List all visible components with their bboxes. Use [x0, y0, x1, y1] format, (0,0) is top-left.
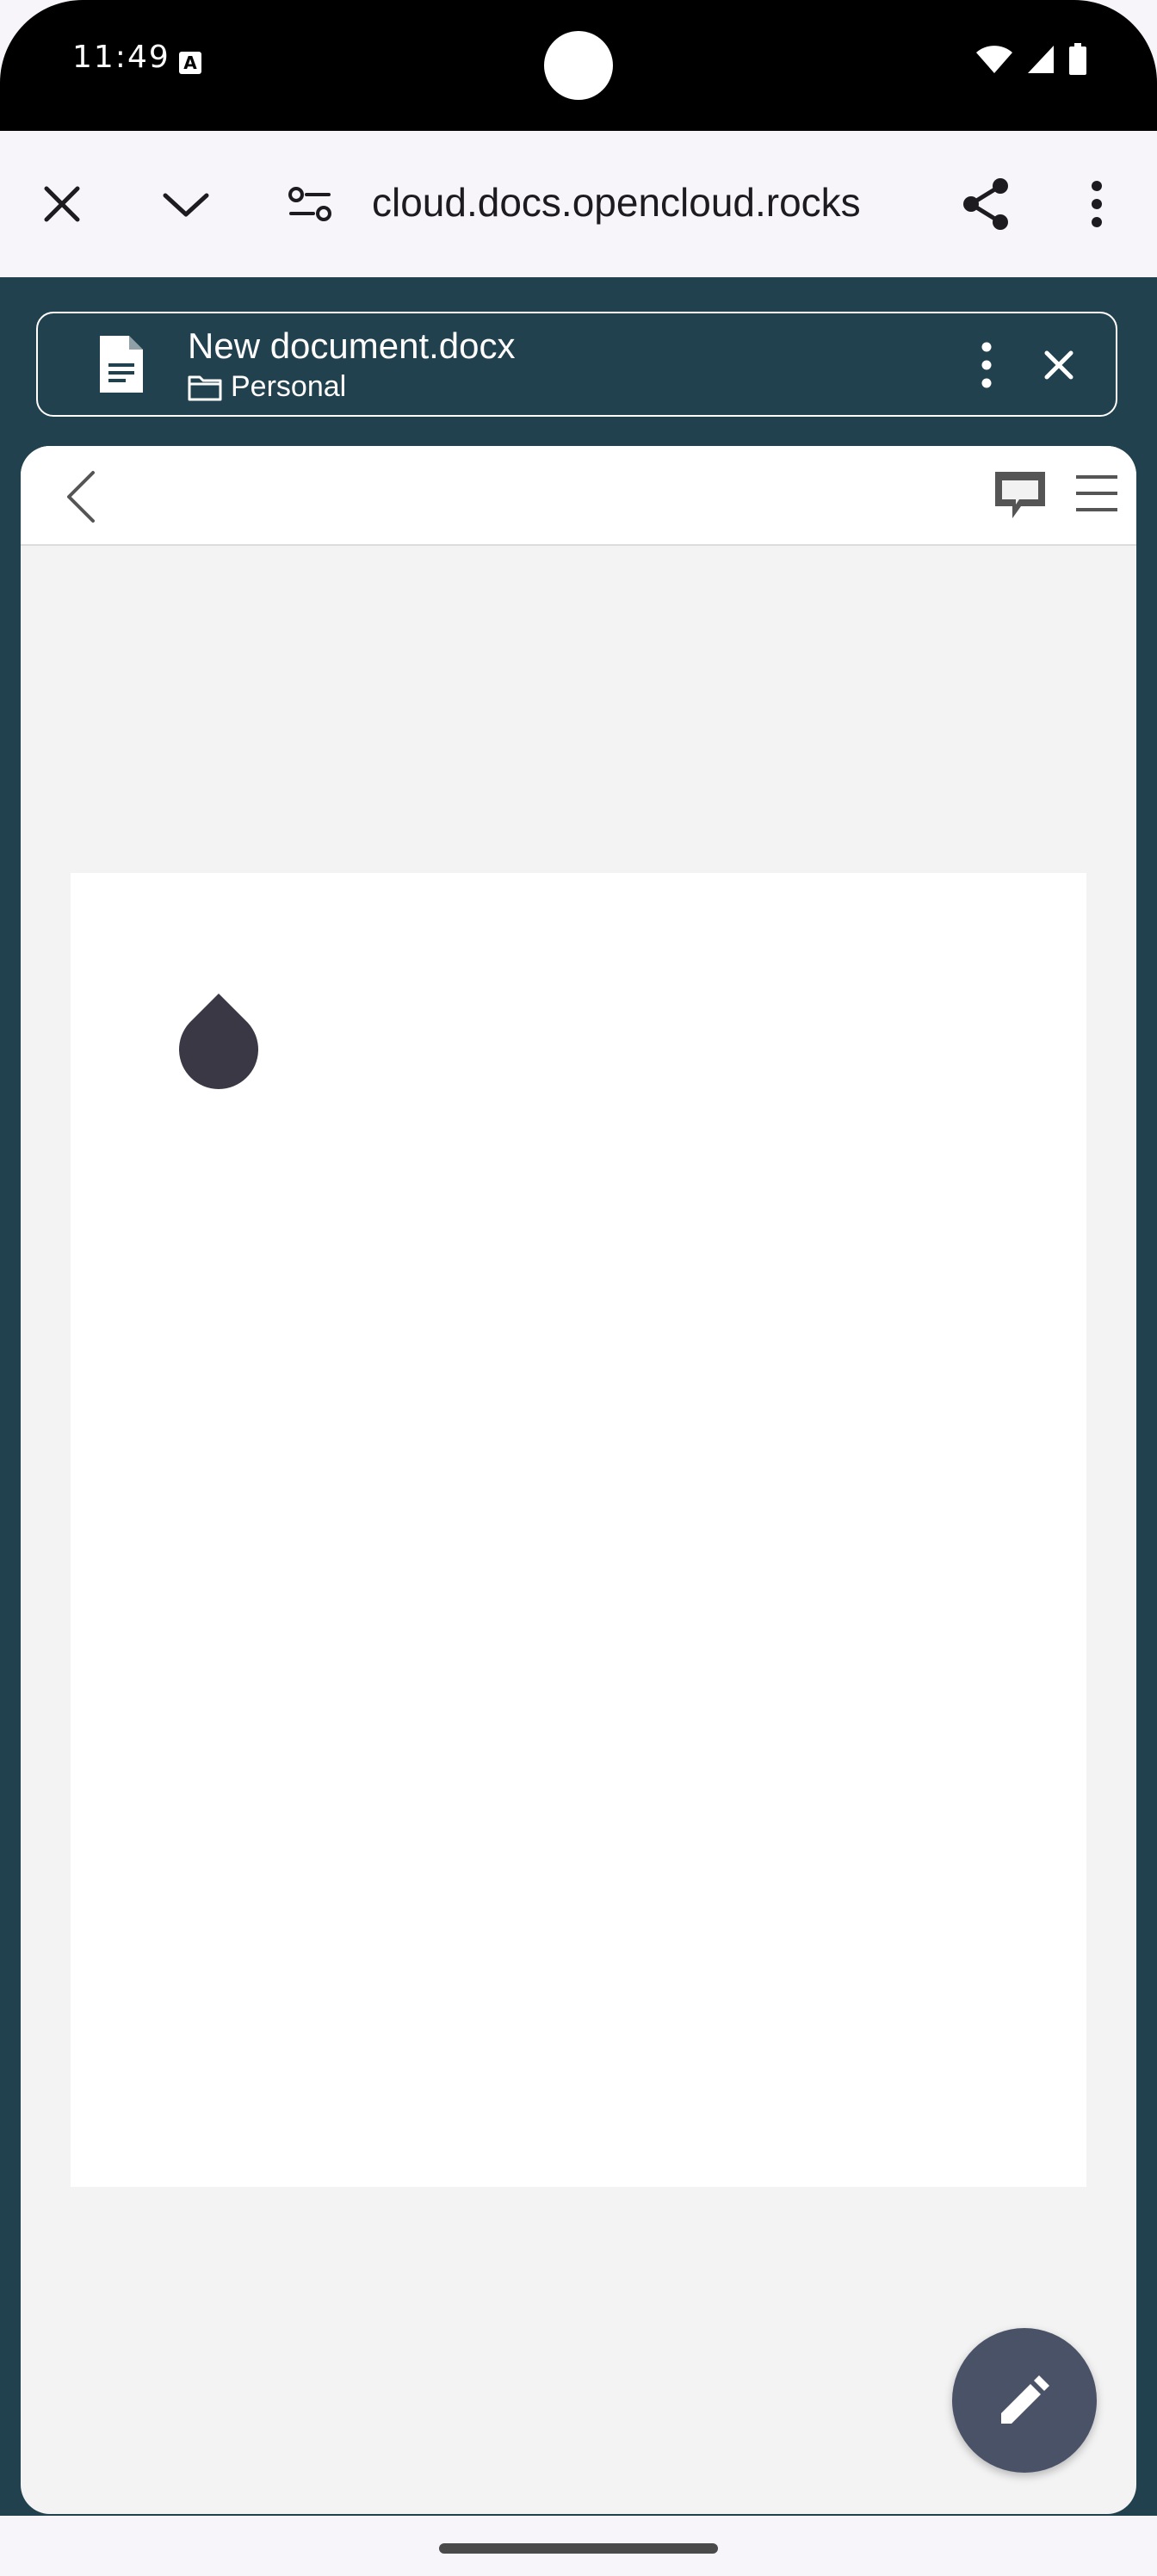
editor-toolbar: [21, 446, 1136, 546]
editor-back-button[interactable]: [55, 467, 107, 527]
document-header: New document.docx Personal: [36, 312, 1117, 417]
site-settings-button[interactable]: [275, 170, 344, 238]
edit-fab-button[interactable]: [952, 2328, 1097, 2473]
file-document-icon: [98, 334, 145, 399]
wifi-icon: [976, 46, 1012, 73]
close-icon: [44, 186, 80, 222]
folder-icon: [188, 375, 222, 400]
close-icon: [1044, 350, 1073, 380]
share-button[interactable]: [952, 170, 1021, 238]
chevron-down-icon: [163, 193, 209, 217]
text-cursor-handle[interactable]: [179, 994, 258, 1094]
hamburger-menu-icon: [1076, 475, 1117, 511]
more-vert-icon: [1092, 181, 1102, 227]
document-page[interactable]: [71, 873, 1086, 2187]
comments-icon: [995, 472, 1045, 518]
camera-cutout: [544, 31, 613, 100]
editor-panel: [21, 446, 1136, 2514]
url-text[interactable]: cloud.docs.opencloud.rocks: [372, 179, 861, 226]
status-bar: 11:49 A: [0, 0, 1157, 131]
back-chevron-icon: [67, 471, 95, 523]
document-more-button[interactable]: [969, 339, 1004, 391]
cursor-handle-icon: [179, 994, 258, 1089]
browser-toolbar: cloud.docs.opencloud.rocks: [0, 131, 1157, 279]
comments-button[interactable]: [993, 468, 1047, 526]
share-icon: [963, 178, 1008, 230]
status-icons: [974, 43, 1088, 76]
signal-icon: [1028, 46, 1054, 73]
app-area: New document.docx Personal: [0, 277, 1157, 2516]
status-time: 11:49: [72, 40, 170, 75]
document-close-button[interactable]: [1033, 339, 1085, 391]
document-location-label: Personal: [231, 370, 347, 403]
site-settings-icon: [288, 187, 331, 221]
pencil-icon: [1001, 2375, 1049, 2424]
browser-menu-button[interactable]: [1062, 170, 1131, 238]
more-vert-icon: [981, 342, 992, 388]
battery-icon: [1069, 43, 1086, 75]
close-tab-button[interactable]: [28, 170, 96, 238]
home-gesture-pill[interactable]: [439, 2543, 718, 2554]
notification-a-icon: A: [179, 52, 201, 74]
minimize-tab-button[interactable]: [152, 170, 220, 238]
document-title: New document.docx: [188, 325, 516, 366]
editor-menu-button[interactable]: [1074, 472, 1119, 519]
gesture-nav-bar: [0, 2516, 1157, 2576]
document-location[interactable]: Personal: [188, 370, 346, 404]
